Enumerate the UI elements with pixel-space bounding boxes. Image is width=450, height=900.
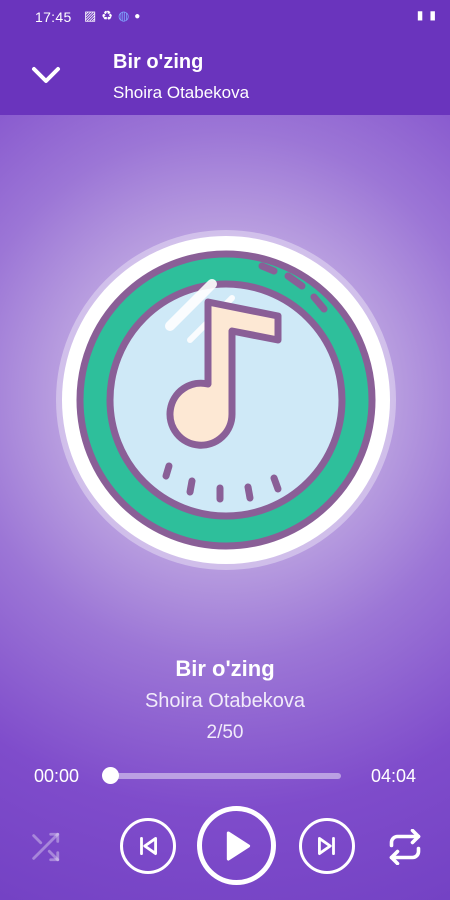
skip-previous-icon xyxy=(140,837,157,855)
album-art xyxy=(56,230,396,570)
status-bar: 17:45 ▨ ♻ ◍ ● ▮ ▮ xyxy=(0,0,450,34)
repeat-icon xyxy=(389,829,421,865)
player-header: Bir o'zing Shoira Otabekova xyxy=(0,34,450,115)
current-time: 00:00 xyxy=(34,766,80,786)
collapse-button[interactable] xyxy=(26,59,66,91)
repeat-button[interactable] xyxy=(384,826,426,868)
image-icon: ▨ xyxy=(84,8,97,23)
song-artist: Shoira Otabekova xyxy=(144,690,306,712)
status-icons: ▨ ♻ ◍ ● xyxy=(84,8,140,24)
signal-icon: ▮ xyxy=(416,8,424,22)
battery-icon: ▮ xyxy=(429,8,436,22)
previous-button[interactable] xyxy=(120,818,176,874)
play-icon xyxy=(226,830,250,861)
seek-thumb[interactable] xyxy=(102,767,119,784)
status-time: 17:45 xyxy=(35,9,72,25)
status-right: ▮ ▮ xyxy=(417,8,436,22)
shuffle-icon xyxy=(32,832,60,862)
dot-icon: ● xyxy=(134,10,141,22)
shuffle-button[interactable] xyxy=(25,827,65,867)
header-artist: Shoira Otabekova xyxy=(113,83,250,102)
vpn-icon: ◍ xyxy=(117,8,130,23)
play-button[interactable] xyxy=(197,806,276,885)
total-time: 04:04 xyxy=(370,766,416,786)
skip-next-icon xyxy=(318,837,335,855)
playlist-position: 2/50 xyxy=(206,722,244,743)
chevron-down-icon xyxy=(32,67,60,83)
song-title: Bir o'zing xyxy=(175,656,275,681)
next-button[interactable] xyxy=(299,818,355,874)
seek-bar[interactable] xyxy=(109,773,341,779)
header-title: Bir o'zing xyxy=(113,51,204,73)
sync-icon: ♻ xyxy=(101,8,113,23)
